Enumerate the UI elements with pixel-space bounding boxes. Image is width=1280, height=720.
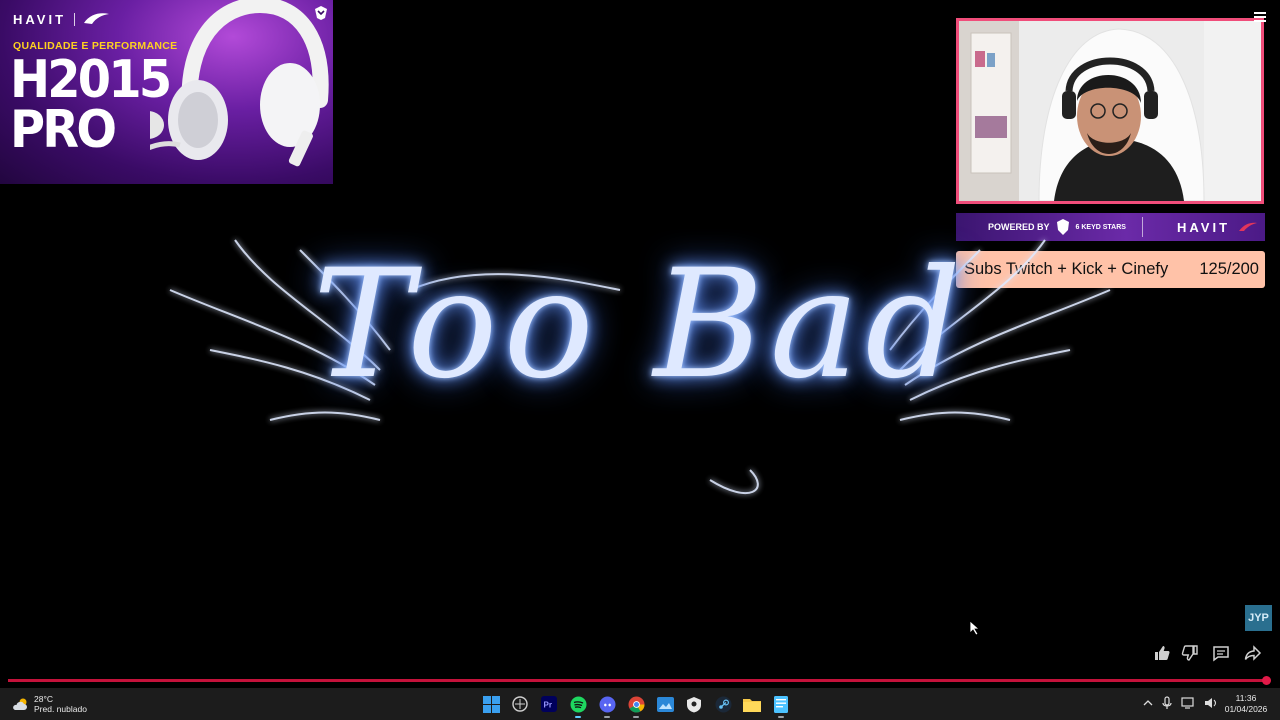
ad-model-name: H2015 PRO [10, 50, 172, 160]
clock-time: 11:36 [1235, 693, 1257, 703]
premiere-icon[interactable]: Pr [539, 692, 559, 716]
discord-icon[interactable] [597, 692, 617, 718]
channel-watermark[interactable]: JYP [1245, 605, 1272, 631]
havit-logo-icon [84, 13, 109, 24]
overlay-menu-icon[interactable] [1254, 12, 1266, 22]
weather-temperature: 28°C [34, 694, 53, 704]
sponsor-ad-banner: HAVIT QUALIDADE E PERFORMANCE H2015 PRO [0, 0, 333, 184]
streamer-logo-icon [315, 6, 327, 20]
vpn-icon[interactable] [684, 692, 704, 716]
system-tray [1143, 696, 1218, 710]
mouse-cursor-icon [969, 620, 981, 636]
steam-link-icon[interactable] [510, 692, 530, 716]
taskbar-apps: Pr [481, 692, 791, 718]
steam-icon[interactable] [713, 692, 733, 716]
spotify-icon[interactable] [568, 692, 588, 718]
weather-widget[interactable]: 28°C Pred. nublado [12, 694, 87, 714]
volume-icon[interactable] [1204, 697, 1218, 709]
weather-description: Pred. nublado [34, 704, 87, 714]
like-icon[interactable] [1153, 644, 1171, 662]
headset-image [150, 0, 329, 167]
ad-brand: HAVIT [13, 12, 81, 27]
windows-start-icon[interactable] [481, 692, 501, 716]
share-icon[interactable] [1244, 644, 1262, 662]
webcam-feed [956, 18, 1264, 204]
photos-icon[interactable] [655, 692, 675, 716]
microphone-icon[interactable] [1162, 696, 1172, 710]
cloudy-weather-icon [13, 698, 27, 710]
show-hidden-icons-chevron-icon[interactable] [1143, 699, 1153, 707]
network-icon[interactable] [1181, 697, 1195, 709]
streamer-image [959, 21, 1261, 201]
video-progress-bar[interactable] [8, 679, 1270, 682]
clock-date: 01/04/2026 [1224, 704, 1268, 714]
havit-logo-icon [1239, 222, 1258, 231]
taskbar-clock[interactable]: 11:36 01/04/2026 [1222, 693, 1270, 715]
comments-icon[interactable] [1212, 644, 1230, 662]
video-title-art: Too Bad [312, 238, 968, 412]
sponsor-brand: HAVIT [1177, 219, 1231, 235]
progress-scrubber[interactable] [1262, 676, 1271, 685]
svg-text:Pr: Pr [544, 701, 552, 710]
chrome-icon[interactable] [626, 692, 646, 718]
notepad-icon[interactable] [771, 692, 791, 718]
dislike-icon[interactable] [1181, 644, 1199, 662]
file-explorer-icon[interactable] [742, 692, 762, 716]
